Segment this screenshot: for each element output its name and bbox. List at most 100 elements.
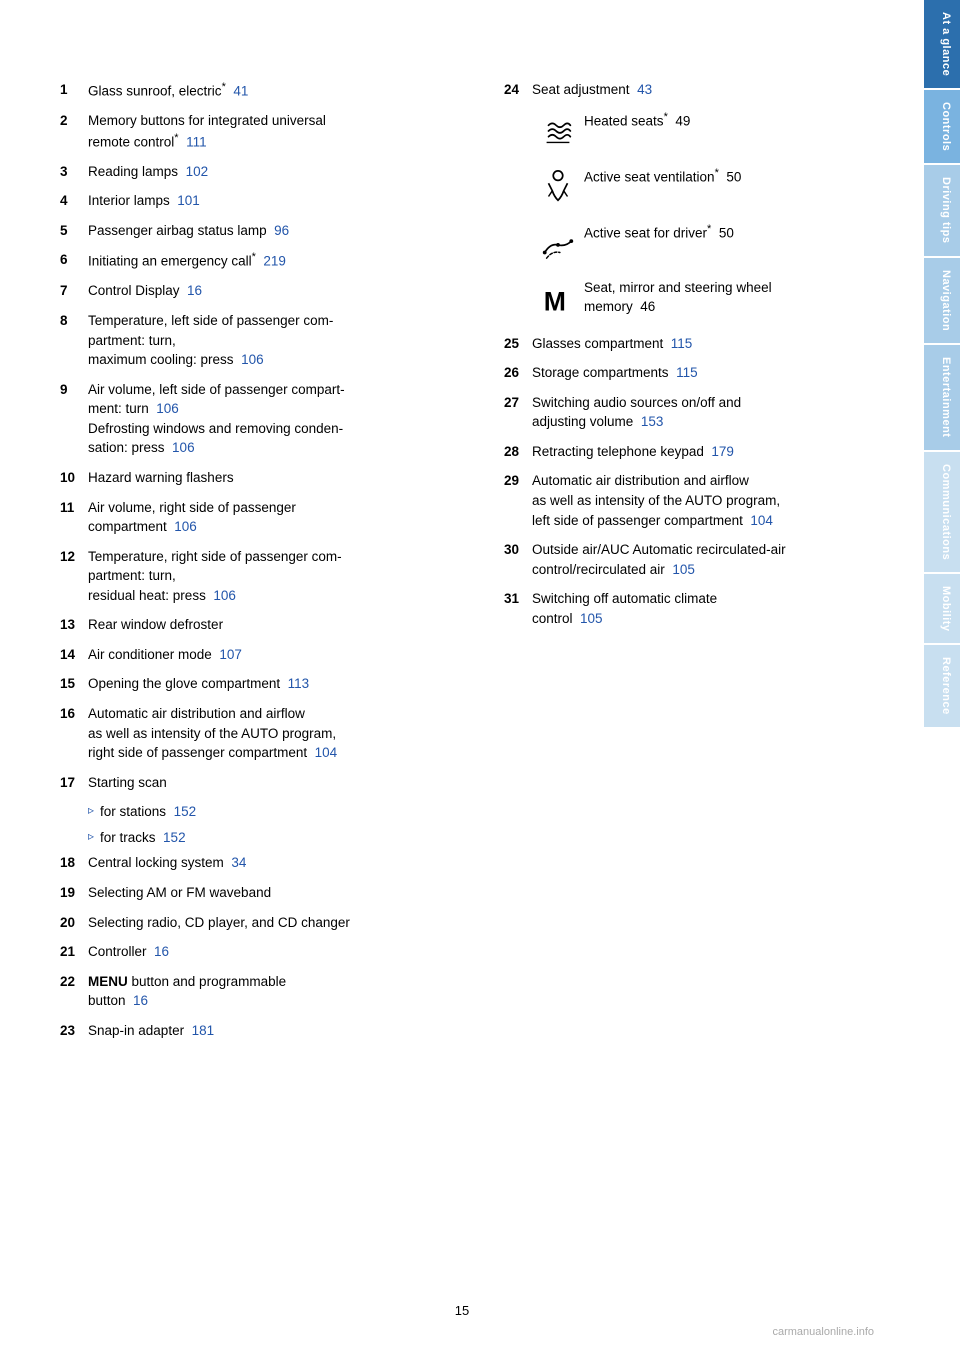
item-number: 31	[504, 589, 532, 628]
page-number: 15	[455, 1303, 469, 1318]
svg-text:M: M	[544, 286, 566, 316]
list-item: 2 Memory buttons for integrated universa…	[60, 111, 464, 152]
watermark: carmanualonline.info	[772, 1326, 874, 1338]
page-container: 1 Glass sunroof, electric* 41 2 Memory b…	[0, 0, 960, 1358]
item-number: 4	[60, 191, 88, 211]
list-item: 23 Snap-in adapter 181	[60, 1021, 464, 1041]
item-text: for stations 152	[100, 802, 196, 822]
icon-item-seat-memory: M Seat, mirror and steering wheelmemory …	[532, 278, 884, 318]
icon-item-seat-ventilation: Active seat ventilation* 50	[532, 166, 884, 206]
sidebar-tab-driving-tips[interactable]: Driving tips	[924, 165, 960, 256]
active-seat-driver-icon	[539, 224, 577, 262]
list-item: 19 Selecting AM or FM waveband	[60, 883, 464, 903]
item-text: Snap-in adapter 181	[88, 1021, 214, 1041]
sidebar-tab-communications[interactable]: Communications	[924, 452, 960, 572]
item-number: 22	[60, 972, 88, 1011]
list-item: 20 Selecting radio, CD player, and CD ch…	[60, 913, 464, 933]
sidebar-tab-reference[interactable]: Reference	[924, 645, 960, 727]
icon-item-active-seat: Active seat for driver* 50	[532, 222, 884, 262]
list-item: 26 Storage compartments 115	[504, 363, 884, 383]
main-content: 1 Glass sunroof, electric* 41 2 Memory b…	[0, 0, 924, 1358]
item-text: Controller 16	[88, 942, 169, 962]
list-item: 15 Opening the glove compartment 113	[60, 674, 464, 694]
sidebar-tab-controls[interactable]: Controls	[924, 90, 960, 163]
list-item: 13 Rear window defroster	[60, 615, 464, 635]
content-columns: 1 Glass sunroof, electric* 41 2 Memory b…	[60, 80, 884, 1050]
item-number: 6	[60, 250, 88, 271]
item-number: 2	[60, 111, 88, 152]
sub-item-stations: ▹ for stations 152	[60, 802, 464, 822]
item-text: Heated seats* 49	[584, 110, 690, 131]
item-number: 5	[60, 221, 88, 241]
seat-memory-icon-box: M	[532, 278, 584, 318]
item-text: Passenger airbag status lamp 96	[88, 221, 289, 241]
item-text: Switching audio sources on/off andadjust…	[532, 393, 741, 432]
item-text: Air conditioner mode 107	[88, 645, 242, 665]
item-number: 14	[60, 645, 88, 665]
list-item: 7 Control Display 16	[60, 281, 464, 301]
item-text: Control Display 16	[88, 281, 202, 301]
list-item: 16 Automatic air distribution and airflo…	[60, 704, 464, 763]
item-text: Reading lamps 102	[88, 162, 208, 182]
item-number: 30	[504, 540, 532, 579]
item-number: 25	[504, 334, 532, 354]
sidebar-tab-navigation[interactable]: Navigation	[924, 258, 960, 343]
sidebar-tab-at-a-glance[interactable]: At a glance	[924, 0, 960, 88]
list-item: 17 Starting scan	[60, 773, 464, 793]
item-number: 28	[504, 442, 532, 462]
list-item: 10 Hazard warning flashers	[60, 468, 464, 488]
list-item: 14 Air conditioner mode 107	[60, 645, 464, 665]
item-text: Glass sunroof, electric* 41	[88, 80, 248, 101]
item-text: Active seat ventilation* 50	[584, 166, 741, 187]
list-item: 3 Reading lamps 102	[60, 162, 464, 182]
sidebar-tab-entertainment[interactable]: Entertainment	[924, 345, 960, 449]
item-number: 18	[60, 853, 88, 873]
item-text: Initiating an emergency call* 219	[88, 250, 286, 271]
seat-ventilation-icon	[539, 168, 577, 206]
heated-seats-icon	[539, 112, 577, 150]
list-item: 31 Switching off automatic climatecontro…	[504, 589, 884, 628]
item-text: Seat adjustment 43	[532, 80, 652, 100]
list-item: 21 Controller 16	[60, 942, 464, 962]
item-text: Temperature, left side of passenger com-…	[88, 311, 333, 370]
item-text: Air volume, right side of passengercompa…	[88, 498, 296, 537]
item-text: Air volume, left side of passenger compa…	[88, 380, 345, 458]
item-text: Hazard warning flashers	[88, 468, 234, 488]
item-text: Outside air/AUC Automatic recirculated-a…	[532, 540, 786, 579]
list-item: 25 Glasses compartment 115	[504, 334, 884, 354]
item-number: 9	[60, 380, 88, 458]
arrow-icon: ▹	[88, 802, 94, 822]
item-text: Active seat for driver* 50	[584, 222, 734, 243]
item-text: Opening the glove compartment 113	[88, 674, 309, 694]
item-number: 23	[60, 1021, 88, 1041]
item-text: Retracting telephone keypad 179	[532, 442, 734, 462]
icon-item-heated-seats: Heated seats* 49	[532, 110, 884, 150]
item-text: MENU button and programmablebutton 16	[88, 972, 286, 1011]
seat-ventilation-icon-box	[532, 166, 584, 206]
item-text: for tracks 152	[100, 828, 186, 848]
item-text: Selecting radio, CD player, and CD chang…	[88, 913, 350, 933]
item-text: Rear window defroster	[88, 615, 223, 635]
item-text: Interior lamps 101	[88, 191, 200, 211]
list-item: 11 Air volume, right side of passengerco…	[60, 498, 464, 537]
item-number: 1	[60, 80, 88, 101]
right-sidebar: At a glance Controls Driving tips Naviga…	[924, 0, 960, 1358]
list-item: 18 Central locking system 34	[60, 853, 464, 873]
item-text: Selecting AM or FM waveband	[88, 883, 271, 903]
list-item: 1 Glass sunroof, electric* 41	[60, 80, 464, 101]
heated-seats-icon-box	[532, 110, 584, 150]
item-number: 20	[60, 913, 88, 933]
sidebar-tab-mobility[interactable]: Mobility	[924, 574, 960, 644]
item-number: 11	[60, 498, 88, 537]
list-item: 12 Temperature, right side of passenger …	[60, 547, 464, 606]
item-number: 17	[60, 773, 88, 793]
right-column: 24 Seat adjustment 43 Heated	[504, 80, 884, 1050]
list-item: 30 Outside air/AUC Automatic recirculate…	[504, 540, 884, 579]
arrow-icon: ▹	[88, 828, 94, 848]
list-item: 8 Temperature, left side of passenger co…	[60, 311, 464, 370]
list-item: 29 Automatic air distribution and airflo…	[504, 471, 884, 530]
item-text: Glasses compartment 115	[532, 334, 692, 354]
item-number: 26	[504, 363, 532, 383]
item-number: 15	[60, 674, 88, 694]
item-number: 16	[60, 704, 88, 763]
